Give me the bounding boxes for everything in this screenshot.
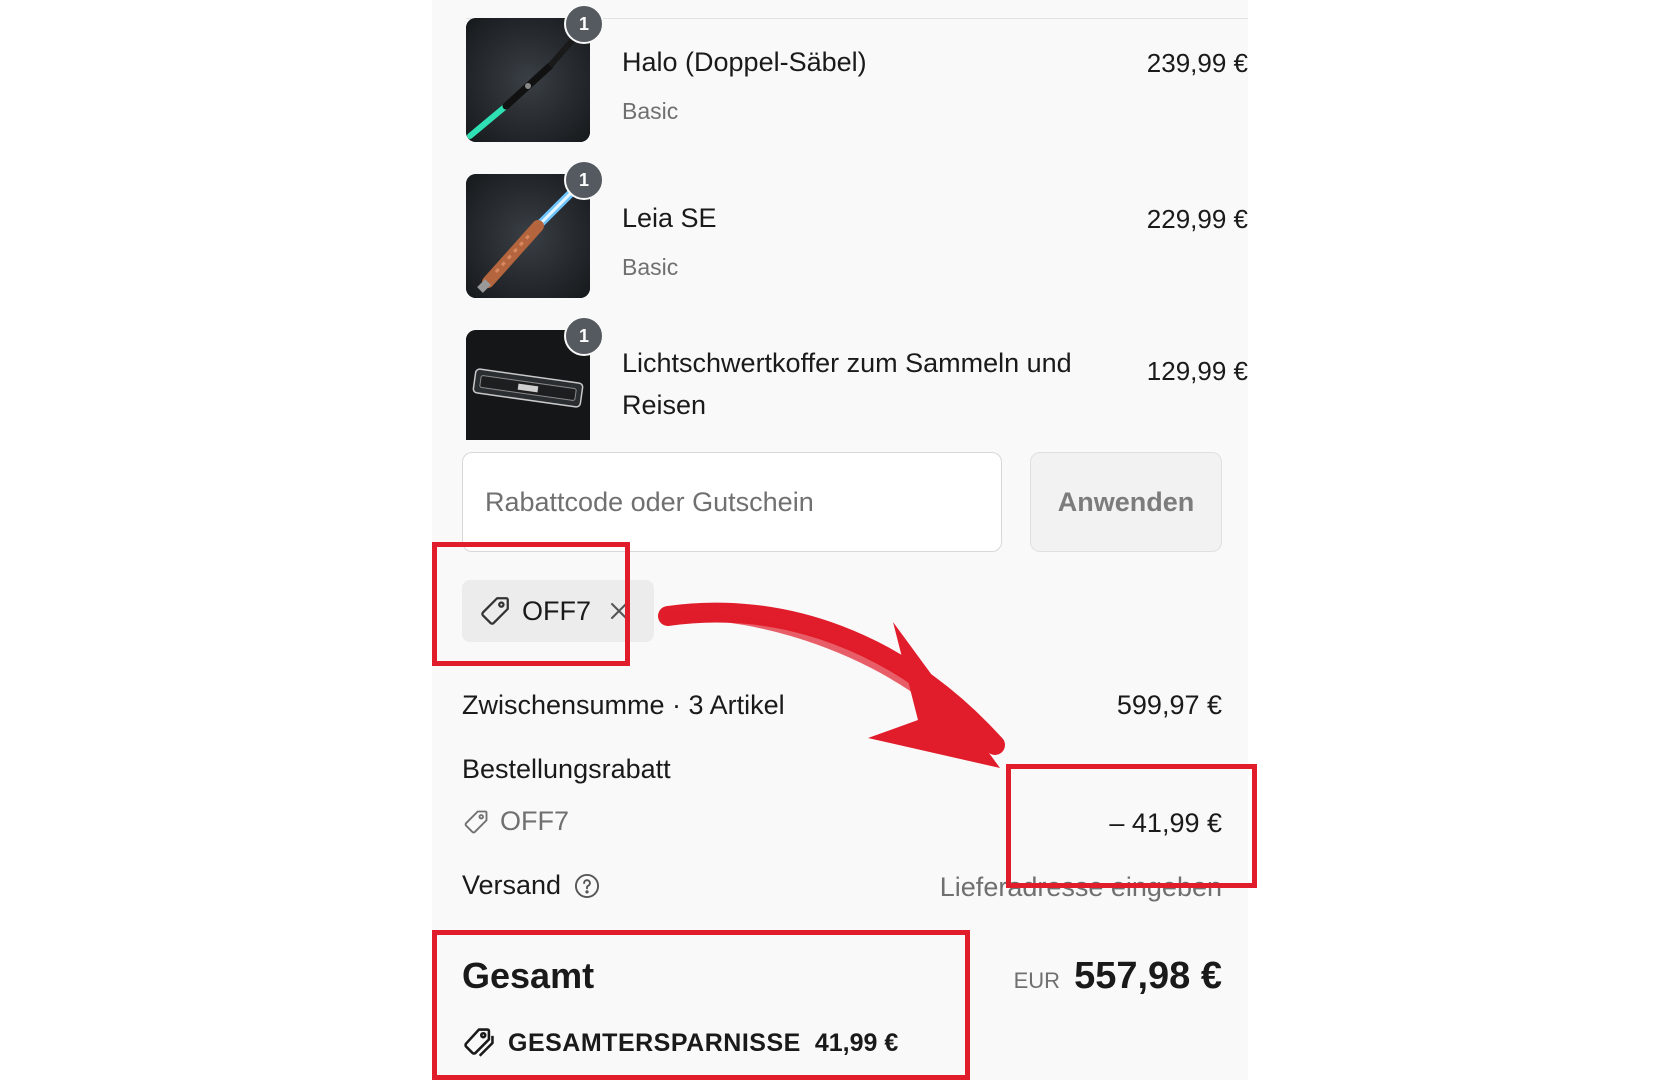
product-image-leia: 1	[466, 160, 604, 298]
tag-icon	[462, 808, 490, 836]
order-summary-panel: 1 Halo (Doppel-Säbel) Basic 239,99 € 1 L…	[432, 0, 1248, 1080]
tags-icon	[462, 1026, 496, 1060]
total-value-group: EUR 557,98 €	[1014, 955, 1222, 998]
shipping-label: Versand	[462, 870, 562, 900]
cart-item-halo: 1 Halo (Doppel-Säbel) Basic 239,99 €	[466, 4, 1248, 142]
subtotal-value: 599,97 €	[1116, 690, 1222, 720]
applied-code-label: OFF7	[522, 595, 592, 626]
applied-code-chip: OFF7	[462, 580, 654, 642]
subtotal-label: Zwischensumme · 3 Artikel	[462, 690, 785, 720]
total-savings: GESAMTERSPARNISSE 41,99 €	[462, 1026, 898, 1060]
quantity-badge: 1	[564, 316, 604, 356]
shipping-row: Versand	[462, 870, 601, 901]
quantity-badge: 1	[564, 160, 604, 200]
tag-icon	[478, 594, 512, 628]
item-name: Halo (Doppel-Säbel)	[622, 47, 867, 77]
item-name: Leia SE	[622, 203, 717, 233]
cart-item-leia: 1 Leia SE Basic 229,99 €	[466, 160, 1248, 298]
total-label: Gesamt	[462, 955, 595, 996]
cart-item-case: 1 Lichtschwertkoffer zum Sammeln und Rei…	[466, 316, 1248, 440]
item-price: 229,99 €	[1146, 204, 1248, 234]
product-image-halo: 1	[466, 4, 604, 142]
item-variant: Basic	[622, 254, 679, 280]
order-discount-code: OFF7	[500, 806, 570, 836]
close-icon[interactable]	[609, 601, 629, 621]
discount-code-input[interactable]	[462, 452, 1002, 552]
product-image-case: 1	[466, 316, 604, 440]
order-discount-label: Bestellungsrabatt	[462, 754, 671, 784]
shipping-value: Lieferadresse eingeben	[939, 872, 1222, 902]
apply-discount-button[interactable]: Anwenden	[1030, 452, 1222, 552]
savings-label: GESAMTERSPARNISSE	[508, 1028, 801, 1057]
total-currency: EUR	[1013, 968, 1061, 993]
total-amount: 557,98 €	[1074, 955, 1222, 997]
order-discount-code-row: OFF7	[462, 806, 569, 837]
order-discount-value: – 41,99 €	[1109, 808, 1222, 838]
help-circle-icon[interactable]	[573, 872, 601, 900]
quantity-badge: 1	[564, 4, 604, 44]
item-variant: Basic	[622, 98, 679, 124]
item-name: Lichtschwertkoffer zum Sammeln und Reise…	[622, 348, 1072, 420]
item-price: 239,99 €	[1146, 48, 1248, 78]
savings-amount: 41,99 €	[814, 1028, 899, 1057]
item-price: 129,99 €	[1146, 356, 1248, 386]
